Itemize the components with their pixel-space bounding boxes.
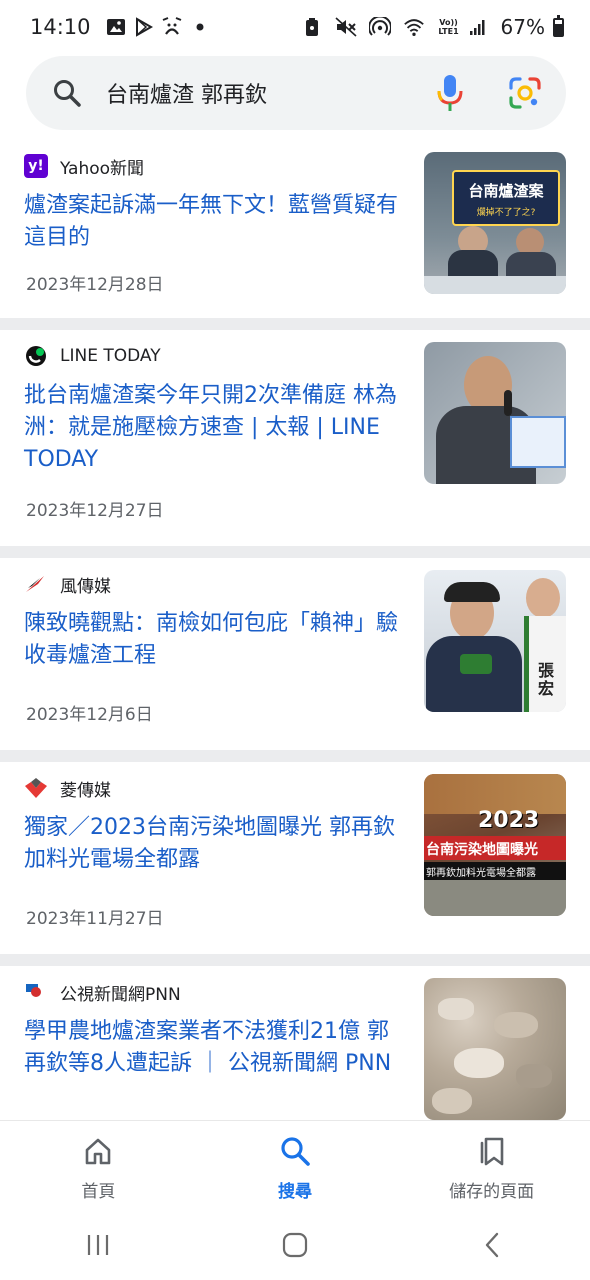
thumb-banner: 台南爐渣案 爛掉不了了之? bbox=[452, 170, 560, 226]
bottom-navigation: 首頁 搜尋 儲存的頁面 bbox=[0, 1120, 590, 1210]
signal-icon bbox=[467, 16, 489, 38]
thumb-hair bbox=[444, 582, 500, 602]
nav-saved[interactable]: 儲存的頁面 bbox=[393, 1121, 590, 1210]
thumb-sub-text: 郭再欽加料光電場全都露 bbox=[426, 868, 536, 879]
card-divider bbox=[0, 750, 590, 762]
news-card[interactable]: LINE TODAY 批台南爐渣案今年只開2次準備庭 林為洲：就是施壓檢方速查 … bbox=[0, 330, 590, 546]
thumb-caption: 張宏 bbox=[538, 661, 555, 698]
thumb-year: 2023 bbox=[478, 808, 540, 833]
search-query-text[interactable]: 台南爐渣 郭再欽 bbox=[106, 77, 436, 109]
home-button-icon[interactable] bbox=[265, 1225, 325, 1265]
wifi-icon bbox=[403, 16, 425, 38]
search-bar[interactable]: 台南爐渣 郭再欽 bbox=[26, 56, 566, 130]
nav-home-label: 首頁 bbox=[81, 1182, 116, 1202]
news-card[interactable]: 風傳媒 陳致曉觀點：南檢如何包庇「賴神」驗收毒爐渣工程 2023年12月6日 張… bbox=[0, 558, 590, 750]
source-name: 菱傳媒 bbox=[60, 780, 111, 801]
news-date: 2023年12月6日 bbox=[26, 705, 153, 725]
missed-alarm-icon bbox=[161, 16, 183, 38]
mirror-media-logo-icon bbox=[24, 776, 48, 800]
thumb-person bbox=[526, 578, 560, 618]
hotspot-icon bbox=[368, 16, 391, 38]
status-bar: 14:10 Vo)) LTE1 67% bbox=[0, 0, 590, 54]
battery-percentage: 67% bbox=[500, 15, 545, 39]
news-date: 2023年12月28日 bbox=[26, 275, 164, 295]
yahoo-logo-icon: y! bbox=[24, 154, 48, 178]
news-title[interactable]: 爐渣案起訴滿一年無下文！藍營質疑有這目的 bbox=[24, 190, 404, 254]
more-notifications-dot-icon bbox=[189, 16, 211, 38]
search-icon bbox=[279, 1135, 311, 1167]
google-lens-icon[interactable] bbox=[508, 76, 542, 110]
back-icon[interactable] bbox=[462, 1225, 522, 1265]
news-thumbnail[interactable]: 台南爐渣案 爛掉不了了之? bbox=[424, 152, 566, 294]
card-divider bbox=[0, 318, 590, 330]
status-time: 14:10 bbox=[30, 15, 91, 39]
line-today-logo-icon bbox=[24, 344, 48, 368]
bookmarks-icon bbox=[476, 1135, 508, 1167]
news-feed[interactable]: y! Yahoo新聞 爐渣案起訴滿一年無下文！藍營質疑有這目的 2023年12月… bbox=[0, 142, 590, 1120]
thumb-microphone bbox=[504, 390, 512, 416]
source-name: Yahoo新聞 bbox=[60, 158, 145, 179]
news-thumbnail[interactable]: 2023 台南污染地圖曝光 郭再欽加料光電場全都露 bbox=[424, 774, 566, 916]
home-icon bbox=[82, 1135, 114, 1167]
nav-search-label: 搜尋 bbox=[278, 1182, 312, 1202]
play-store-notification-icon bbox=[133, 16, 155, 38]
thumb-ground bbox=[424, 880, 566, 916]
search-icon bbox=[52, 78, 82, 108]
gallery-notification-icon bbox=[105, 16, 127, 38]
storm-media-logo-icon bbox=[24, 572, 48, 596]
nav-saved-label: 儲存的頁面 bbox=[449, 1182, 535, 1202]
card-divider bbox=[0, 954, 590, 966]
source-name: 風傳媒 bbox=[60, 576, 111, 597]
thumb-badge bbox=[460, 654, 492, 674]
thumb-document bbox=[510, 416, 566, 468]
news-thumbnail[interactable] bbox=[424, 342, 566, 484]
card-divider bbox=[0, 546, 590, 558]
source-name: 公視新聞網PNN bbox=[60, 984, 181, 1005]
thumb-sub-bar: 郭再欽加料光電場全都露 bbox=[424, 862, 566, 880]
thumb-slag-rock bbox=[454, 1048, 504, 1078]
news-title[interactable]: 學甲農地爐渣案業者不法獲利21億 郭再欽等8人遭起訴 ｜ 公視新聞網 PNN bbox=[24, 1016, 404, 1080]
news-title[interactable]: 批台南爐渣案今年只開2次準備庭 林為洲：就是施壓檢方速查 | 太報 | LINE… bbox=[24, 380, 404, 476]
battery-icon bbox=[553, 14, 564, 37]
news-title[interactable]: 陳致曉觀點：南檢如何包庇「賴神」驗收毒爐渣工程 bbox=[24, 608, 404, 672]
nav-home[interactable]: 首頁 bbox=[0, 1121, 197, 1210]
news-date: 2023年12月27日 bbox=[26, 501, 164, 521]
nav-search[interactable]: 搜尋 bbox=[197, 1121, 394, 1210]
news-card[interactable]: 菱傳媒 獨家／2023台南污染地圖曝光 郭再欽加料光電場全都露 2023年11月… bbox=[0, 762, 590, 954]
voice-search-mic-icon[interactable] bbox=[436, 73, 464, 113]
thumb-banner-subtext: 爛掉不了了之? bbox=[476, 208, 536, 218]
pts-logo-icon bbox=[24, 980, 48, 1004]
news-date: 2023年11月27日 bbox=[26, 909, 164, 929]
mute-icon bbox=[335, 16, 357, 38]
volte-indicator: Vo)) LTE1 bbox=[438, 18, 459, 36]
thumb-banner-text: 台南爐渣案 bbox=[468, 182, 544, 200]
news-thumbnail[interactable] bbox=[424, 978, 566, 1120]
news-card[interactable]: 公視新聞網PNN 學甲農地爐渣案業者不法獲利21億 郭再欽等8人遭起訴 ｜ 公視… bbox=[0, 966, 590, 1120]
thumb-person-body bbox=[426, 636, 522, 712]
thumb-title-text: 台南污染地圖曝光 bbox=[426, 842, 538, 858]
source-name: LINE TODAY bbox=[60, 346, 161, 366]
thumb-slag-rock bbox=[516, 1064, 552, 1088]
news-card[interactable]: y! Yahoo新聞 爐渣案起訴滿一年無下文！藍營質疑有這目的 2023年12月… bbox=[0, 142, 590, 318]
thumb-slag-rock bbox=[432, 1088, 472, 1114]
recent-apps-icon[interactable] bbox=[68, 1225, 128, 1265]
thumb-title-bar: 台南污染地圖曝光 bbox=[424, 836, 566, 860]
system-navigation-bar bbox=[0, 1210, 590, 1280]
thumb-slag-rock bbox=[494, 1012, 538, 1038]
thumb-slag-rock bbox=[438, 998, 474, 1020]
news-thumbnail[interactable]: 張宏 bbox=[424, 570, 566, 712]
lock-battery-icon bbox=[301, 16, 323, 38]
news-title[interactable]: 獨家／2023台南污染地圖曝光 郭再欽加料光電場全都露 bbox=[24, 812, 404, 876]
thumb-desk bbox=[424, 276, 566, 294]
